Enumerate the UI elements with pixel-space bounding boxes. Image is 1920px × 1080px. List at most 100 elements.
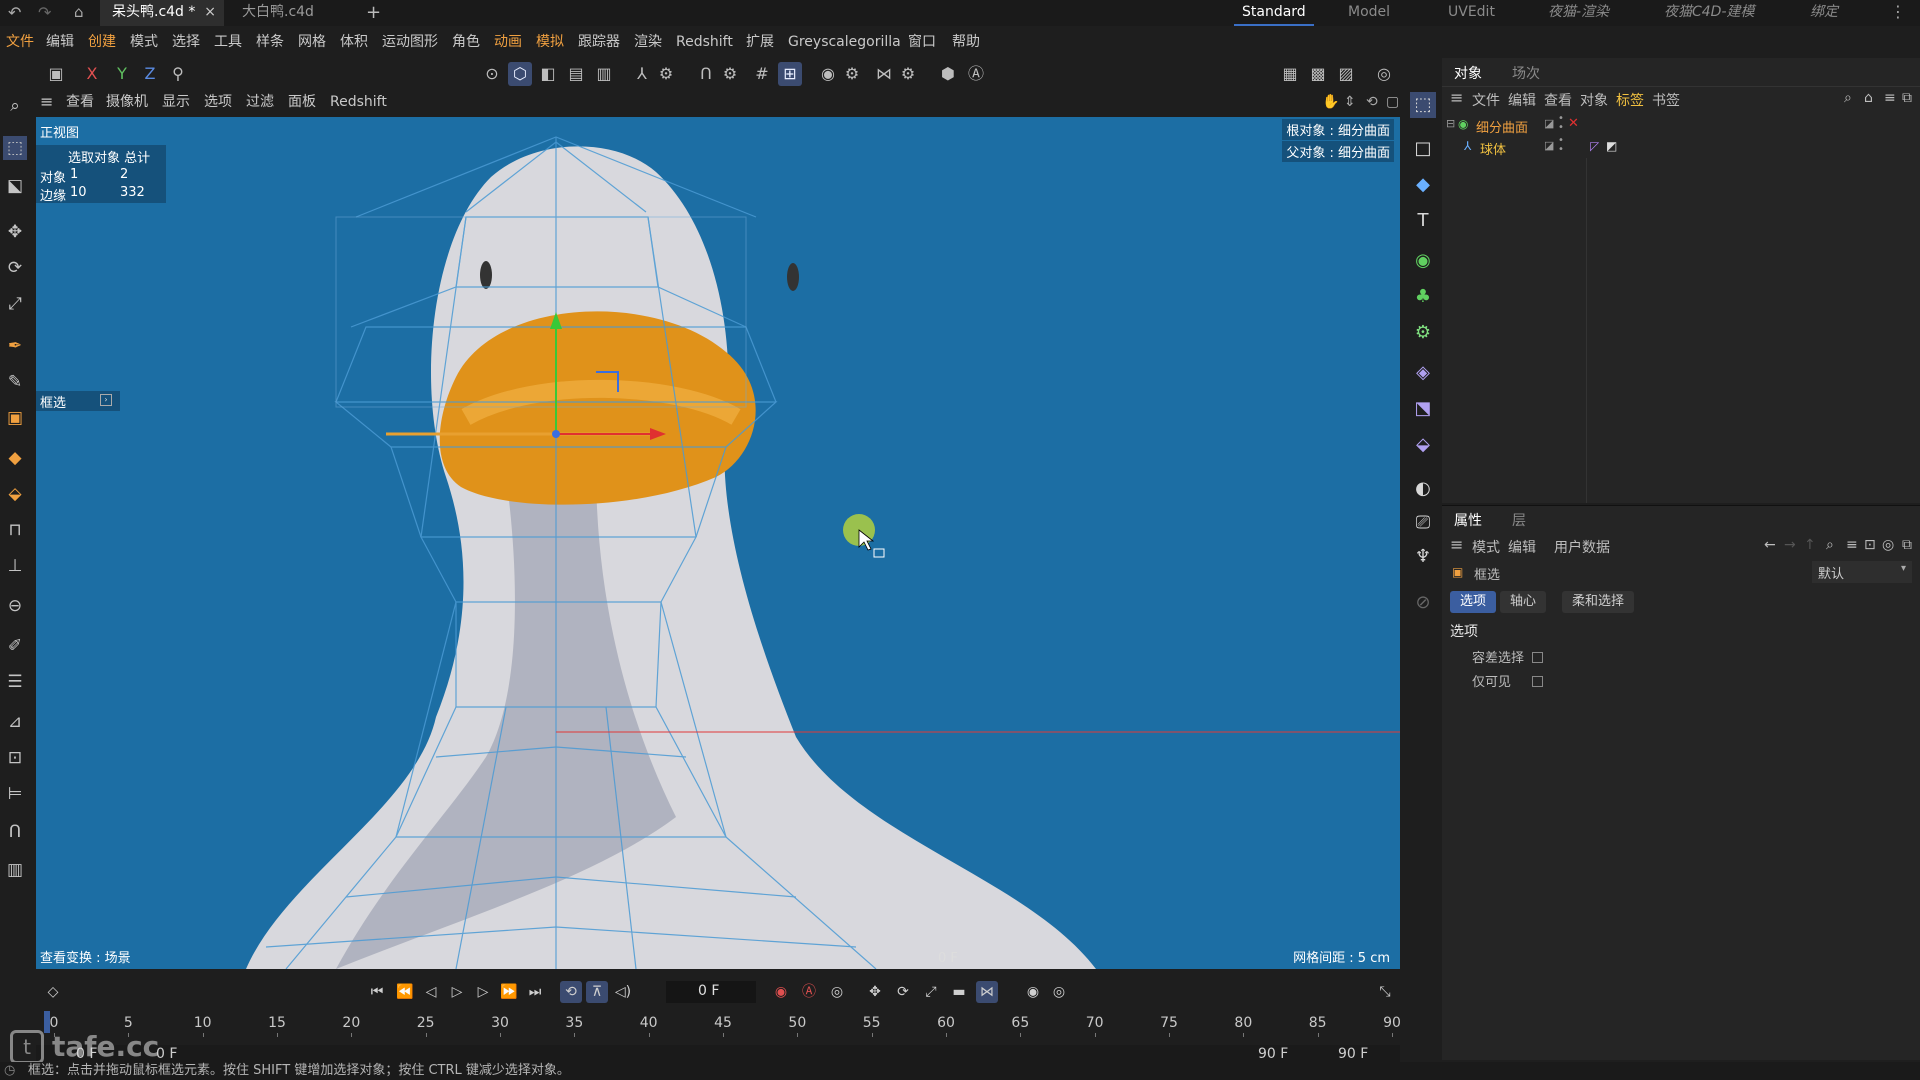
layout-standard[interactable]: Standard	[1234, 0, 1314, 26]
ruler-icon[interactable]: ⊿	[3, 710, 27, 734]
rotate-view-icon[interactable]: ⟲	[1366, 90, 1378, 114]
tab-file-duck[interactable]: 呆头鸭.c4d * ×	[100, 0, 224, 26]
magnet-icon[interactable]: Ո	[694, 62, 718, 86]
camera-icon[interactable]: ⎚	[1410, 510, 1436, 536]
maximize-view-icon[interactable]: ▢	[1386, 90, 1399, 114]
field-icon[interactable]: ⬔	[1410, 396, 1436, 422]
weld-icon[interactable]: ⊥	[3, 554, 27, 578]
om-menu-bookmarks[interactable]: 书签	[1652, 90, 1680, 110]
menu-animate[interactable]: 动画	[494, 30, 522, 54]
menu-simulate[interactable]: 模拟	[536, 30, 564, 54]
close-icon[interactable]: ×	[204, 0, 216, 25]
front-viewport[interactable]: 正视图 选取对象 总计 对象 1 2 边缘 10 332 框选 › 根对象 : …	[36, 117, 1400, 969]
search-icon[interactable]: ⌕	[1844, 90, 1852, 106]
sound-icon[interactable]: ◁)	[612, 981, 634, 1003]
hamburger-icon[interactable]: ≡	[40, 90, 53, 114]
key-parameter-icon[interactable]: ▬	[948, 981, 970, 1003]
visible-only-checkbox[interactable]	[1532, 676, 1543, 687]
render-picture-viewer-icon[interactable]: ▩	[1306, 62, 1330, 86]
axis-z-toggle[interactable]: Z	[138, 62, 162, 86]
home-icon[interactable]: ⌂	[74, 3, 84, 21]
layout-render[interactable]: 夜猫-渲染	[1548, 0, 1609, 26]
animation-mode-icon[interactable]: ⊼	[586, 981, 608, 1003]
object-row[interactable]: ⊟ ◉ 细分曲面 ◪ • • ✕	[1442, 114, 1920, 137]
render-settings-icon[interactable]: ⚙	[840, 62, 864, 86]
visibility-dots-icon[interactable]: • •	[1558, 114, 1564, 133]
subtab-pivot[interactable]: 轴心	[1500, 591, 1547, 613]
brush-icon[interactable]: ✐	[3, 634, 27, 658]
tolerant-select-checkbox[interactable]	[1532, 652, 1543, 663]
menu-volume[interactable]: 体积	[340, 30, 368, 54]
cloner-icon[interactable]: ♣	[1410, 284, 1436, 310]
loop-cut-icon[interactable]: ⊖	[3, 594, 27, 618]
object-mode-icon[interactable]: ▣	[44, 62, 68, 86]
render-region-icon[interactable]: ◉	[816, 62, 840, 86]
tab-attributes[interactable]: 属性	[1454, 510, 1482, 530]
points-mode-icon[interactable]: ⊙	[480, 62, 504, 86]
keyframe-icon[interactable]: ◇	[42, 981, 64, 1003]
tab-takes[interactable]: 场次	[1512, 63, 1540, 83]
previous-frame-icon[interactable]: ◁	[420, 981, 442, 1003]
menu-mograph[interactable]: 运动图形	[382, 30, 438, 54]
auto-icon[interactable]: Ⓐ	[964, 62, 988, 86]
knife-icon[interactable]: ▥	[3, 858, 27, 882]
magnet-tool-icon[interactable]: Ո	[3, 820, 27, 844]
scale-icon[interactable]: ⤢	[3, 292, 27, 316]
record-icon[interactable]: ◉	[770, 981, 792, 1003]
tab-objects[interactable]: 对象	[1454, 63, 1482, 83]
redo-icon[interactable]: ↷	[38, 3, 51, 22]
key-scale-icon[interactable]: ⤢	[920, 981, 942, 1003]
viewport-menu-display[interactable]: 显示	[162, 90, 190, 114]
timeline-expand-icon[interactable]: ⤡	[1374, 981, 1396, 1003]
magnet-settings-icon[interactable]: ⚙	[718, 62, 742, 86]
pan-icon[interactable]: ✋	[1322, 90, 1339, 114]
current-frame-field[interactable]: 0 F	[666, 981, 756, 1003]
move-view-icon[interactable]: ⇕	[1344, 90, 1356, 114]
workplane-icon[interactable]: ⊞	[778, 62, 802, 86]
menu-mode[interactable]: 模式	[130, 30, 158, 54]
go-to-start-icon[interactable]: ⏮	[366, 981, 388, 1003]
om-menu-view[interactable]: 查看	[1544, 90, 1572, 110]
hamburger-icon[interactable]: ≡	[1450, 88, 1463, 107]
collapse-icon[interactable]: ⊟	[1446, 117, 1455, 130]
layout-uvedit[interactable]: UVEdit	[1448, 0, 1495, 26]
search-icon[interactable]: ⌕	[1826, 537, 1834, 553]
menu-tracker[interactable]: 跟踪器	[578, 30, 620, 54]
undo-icon[interactable]: ↶	[8, 3, 21, 22]
play-icon[interactable]: ▷	[446, 981, 468, 1003]
edges-mode-icon[interactable]: ⬡	[508, 62, 532, 86]
menu-edit[interactable]: 编辑	[46, 30, 74, 54]
tab-file-white-duck[interactable]: 大白鸭.c4d	[230, 0, 326, 26]
axis-mode-icon[interactable]: ⅄	[630, 62, 654, 86]
frame-ruler[interactable]: 0 5 10 15 20 25 30 35 40 45 50 55 60 65 70 75 80 85 90	[44, 1011, 1401, 1037]
menu-extensions[interactable]: 扩展	[746, 30, 774, 54]
viewport-menu-filter[interactable]: 过滤	[246, 90, 274, 114]
new-window-icon[interactable]: ⧉	[1902, 537, 1912, 553]
settings-icon[interactable]: ⚙	[654, 62, 678, 86]
live-select-icon[interactable]: ⬕	[3, 174, 27, 198]
previous-key-icon[interactable]: ⏪	[394, 981, 416, 1003]
model-mode-icon[interactable]: ▥	[592, 62, 616, 86]
subtab-soft-selection[interactable]: 柔和选择	[1562, 591, 1635, 613]
search-icon[interactable]: ⌕	[3, 94, 27, 118]
range-end-a[interactable]: 90 F	[1258, 1046, 1288, 1062]
layers-icon[interactable]: ☰	[3, 670, 27, 694]
render-settings-panel-icon[interactable]: ▨	[1334, 62, 1358, 86]
om-menu-object[interactable]: 对象	[1580, 90, 1608, 110]
key-position-icon[interactable]: ✥	[864, 981, 886, 1003]
om-menu-file[interactable]: 文件	[1472, 90, 1500, 110]
lock-icon[interactable]: ⊡	[1864, 537, 1876, 553]
om-menu-edit[interactable]: 编辑	[1508, 90, 1536, 110]
grid-snap-icon[interactable]: #	[750, 62, 774, 86]
object-row[interactable]: ⅄ 球体 ◪ • • ◸ ◩	[1442, 136, 1920, 159]
rotate-icon[interactable]: ⟳	[3, 256, 27, 280]
range-end-b[interactable]: 90 F	[1338, 1046, 1368, 1062]
menu-file[interactable]: 文件	[6, 30, 34, 54]
snap-icon[interactable]: ⊡	[3, 746, 27, 770]
am-menu-edit[interactable]: 编辑	[1508, 537, 1536, 557]
menu-tools[interactable]: 工具	[214, 30, 242, 54]
hamburger-icon[interactable]: ≡	[1450, 535, 1463, 554]
layer-icon[interactable]: ◪	[1544, 117, 1554, 130]
texture-tag-icon[interactable]: ◩	[1606, 139, 1617, 153]
menu-create[interactable]: 创建	[88, 30, 116, 54]
